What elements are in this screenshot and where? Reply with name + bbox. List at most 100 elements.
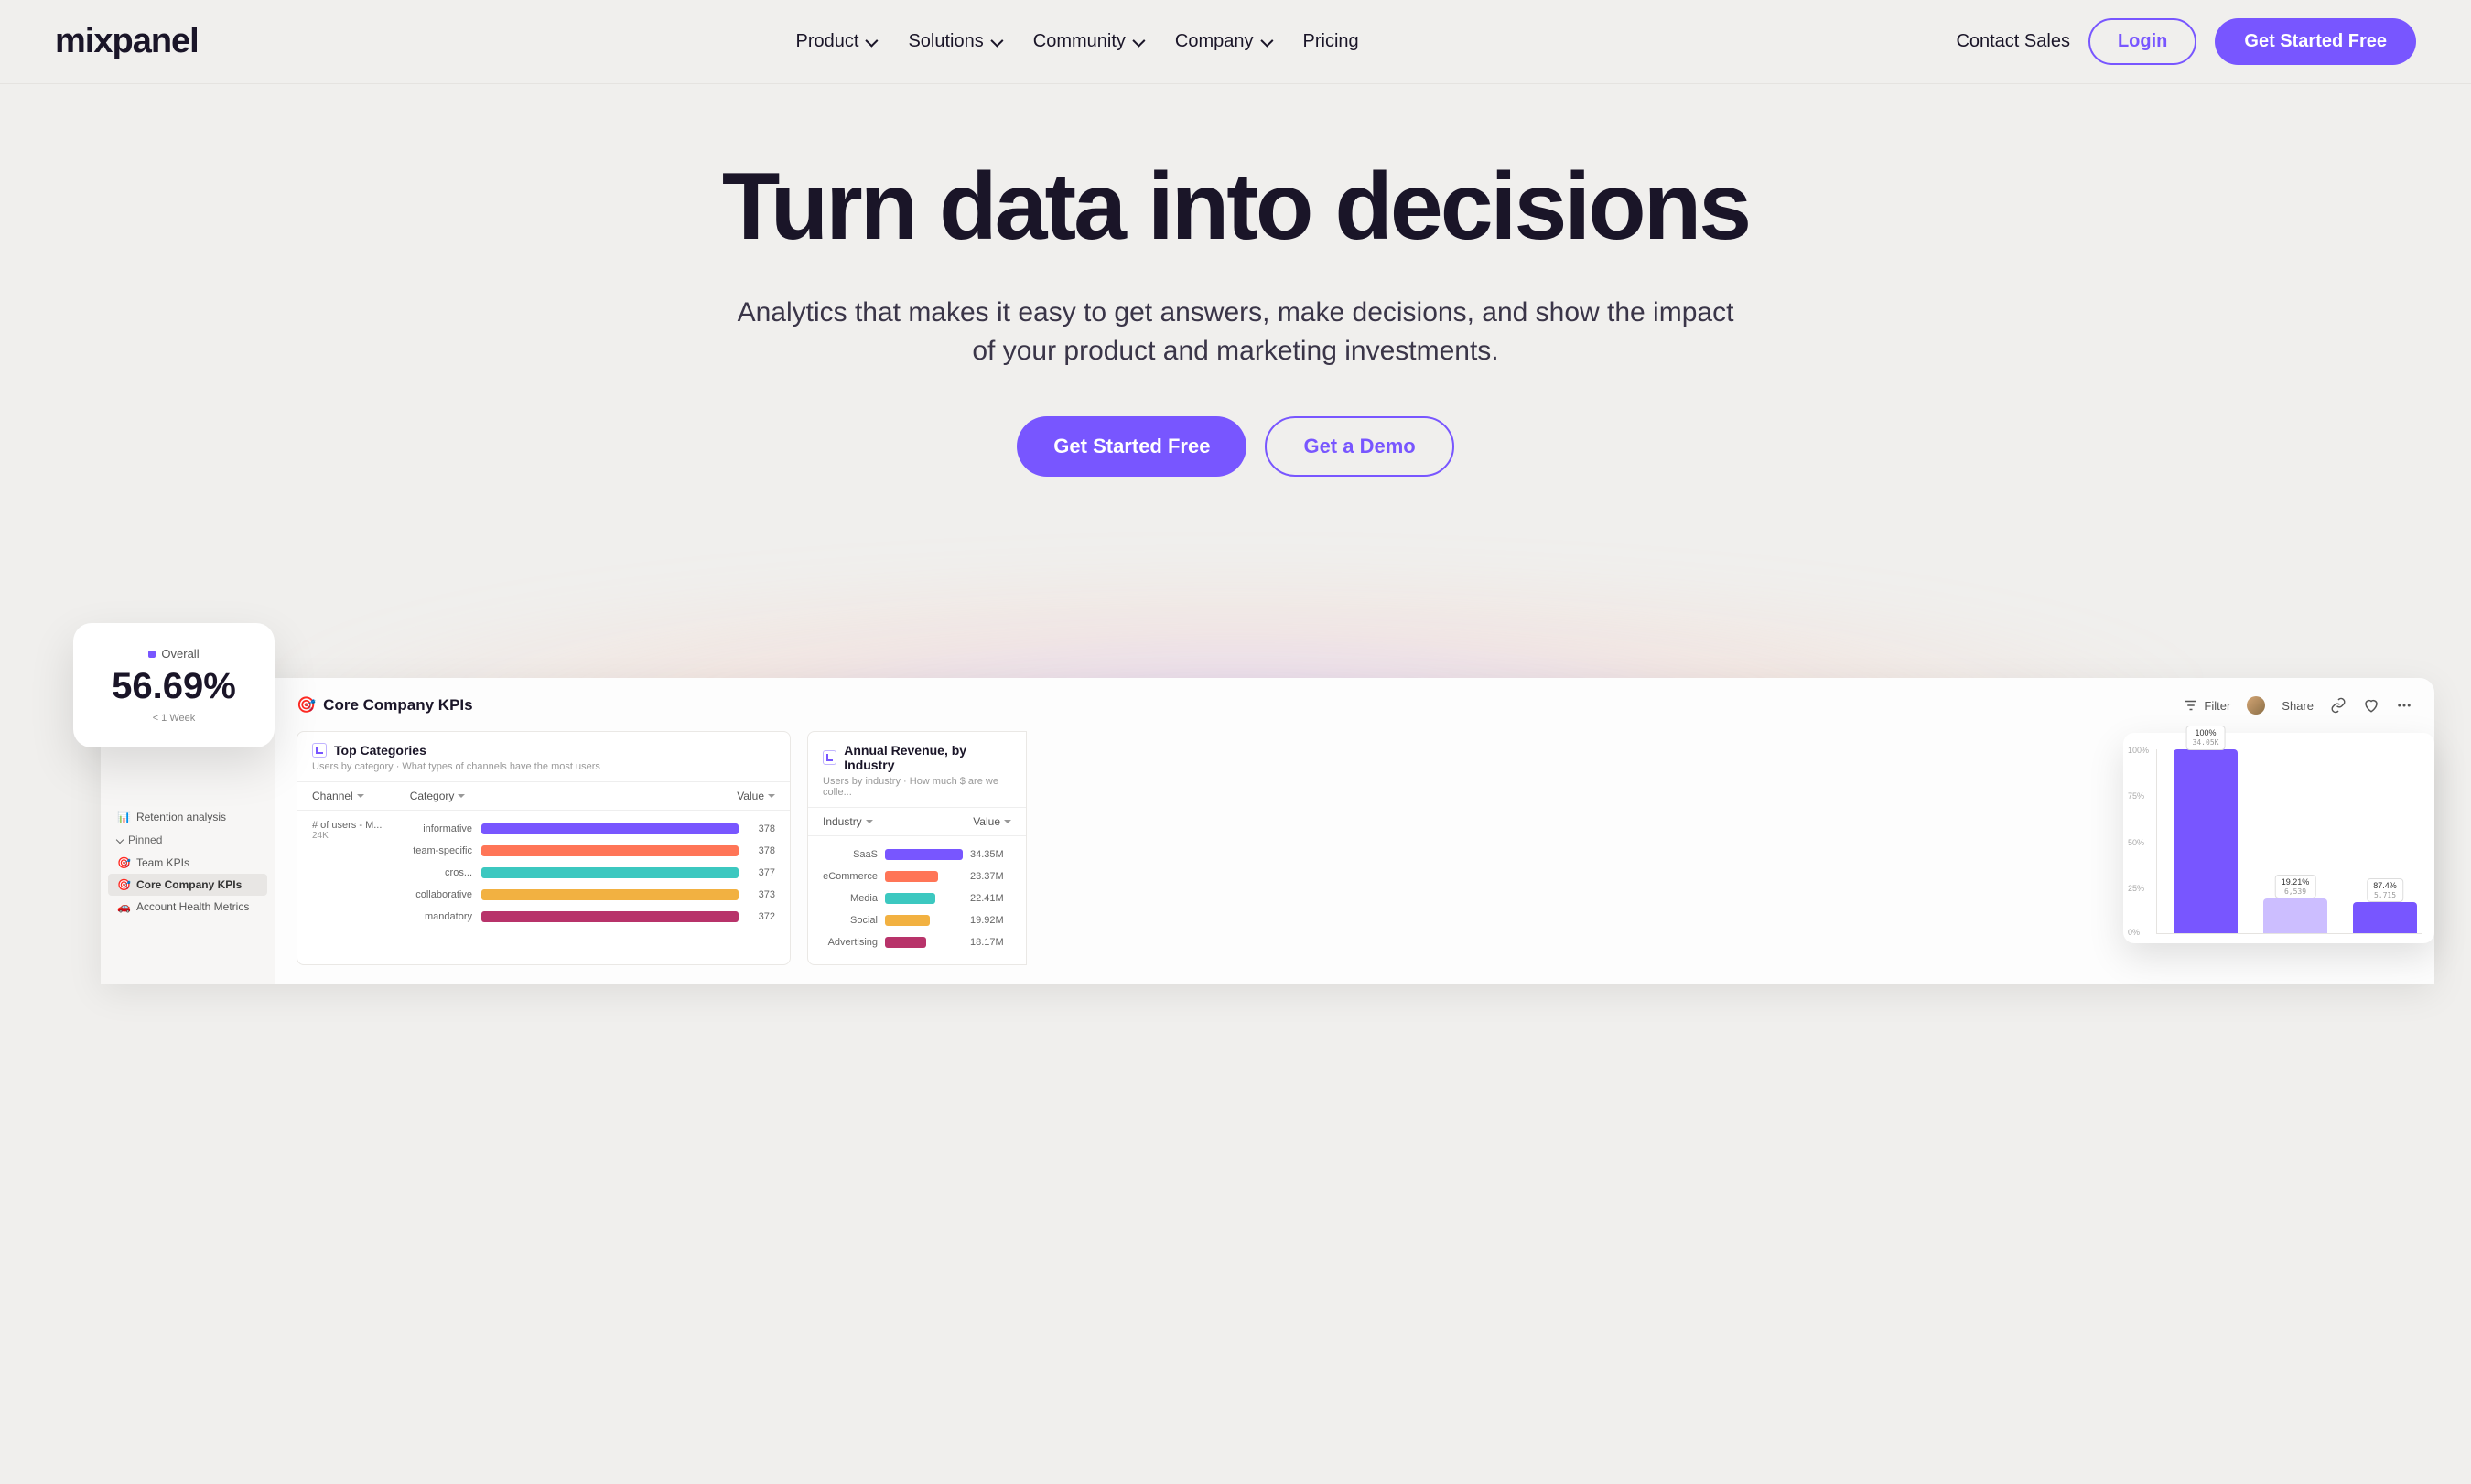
contact-sales-link[interactable]: Contact Sales (1956, 31, 2070, 52)
bar-label: team-specific (399, 845, 472, 856)
hero-demo-button[interactable]: Get a Demo (1265, 416, 1453, 477)
rev-label: Media (823, 893, 878, 904)
pinned-label: Pinned (128, 833, 162, 846)
sidebar-item-team-kpis[interactable]: 🎯 Team KPIs (108, 852, 267, 874)
brand-logo[interactable]: mixpanel (55, 22, 199, 61)
rev-label: Advertising (823, 937, 878, 948)
bar-row: team-specific 378 (399, 842, 775, 860)
sidebar-label: Core Company KPIs (136, 878, 242, 891)
nav-product[interactable]: Product (796, 31, 876, 52)
col-value[interactable]: Value (973, 815, 1011, 828)
login-button[interactable]: Login (2088, 18, 2196, 65)
bar-label: mandatory (399, 911, 472, 922)
tooltip-pct: 100% (2193, 728, 2219, 738)
chart-icon: 📊 (117, 811, 131, 823)
nav-solutions[interactable]: Solutions (908, 31, 999, 52)
dashboard-actions: Filter Share (2183, 696, 2412, 715)
sort-icon (768, 794, 775, 798)
revenue-row: SaaS 34.35M (823, 845, 1011, 864)
chevron-down-icon (1132, 34, 1145, 47)
heart-icon[interactable] (2363, 697, 2379, 714)
hero-buttons: Get Started Free Get a Demo (37, 416, 2434, 477)
tooltip-count: 6,539 (2282, 887, 2310, 897)
share-button[interactable]: Share (2282, 699, 2314, 713)
col-value[interactable]: Value (737, 790, 775, 802)
rev-value: 23.37M (970, 871, 1011, 882)
rev-value: 19.92M (970, 915, 1011, 926)
nav-label: Pricing (1303, 31, 1359, 52)
revenue-row: Advertising 18.17M (823, 933, 1011, 952)
kpi-card: Overall 56.69% < 1 Week (73, 623, 275, 747)
rev-bar-fill (885, 849, 963, 860)
sidebar-label: Team KPIs (136, 856, 189, 869)
card-title-text: Top Categories (334, 743, 426, 758)
bar-chart-area: 100% 75% 50% 25% 0% 100% 34.05K 19.21% 6… (2156, 749, 2422, 934)
bars-column: informative 378 team-specific 378 cros..… (399, 820, 775, 930)
card-columns: Channel Category Value (297, 781, 790, 811)
card-title: Annual Revenue, by Industry (823, 743, 1011, 772)
revenue-row: eCommerce 23.37M (823, 867, 1011, 886)
target-icon: 🎯 (297, 696, 316, 715)
rev-label: eCommerce (823, 871, 878, 882)
sidebar-item-retention[interactable]: 📊 Retention analysis (108, 806, 267, 828)
link-icon[interactable] (2330, 697, 2347, 714)
sidebar-item-account-health[interactable]: 🚗 Account Health Metrics (108, 896, 267, 918)
get-started-button[interactable]: Get Started Free (2215, 18, 2416, 65)
sidebar-pinned-header[interactable]: Pinned (108, 828, 267, 852)
channel-count: 24K (312, 831, 399, 841)
chevron-down-icon (116, 836, 124, 844)
bar-tooltip: 87.4% 5,715 (2367, 878, 2403, 902)
card-subtitle: Users by category · What types of channe… (312, 761, 775, 772)
y-tick: 0% (2128, 928, 2140, 937)
user-avatar[interactable] (2247, 696, 2265, 715)
rev-label: SaaS (823, 849, 878, 860)
bar-fill (481, 889, 739, 900)
filter-button[interactable]: Filter (2183, 697, 2230, 714)
sidebar-label: Account Health Metrics (136, 900, 249, 913)
floating-bar-chart: 100% 75% 50% 25% 0% 100% 34.05K 19.21% 6… (2123, 733, 2434, 943)
sort-icon (458, 794, 465, 798)
bar-tooltip: 100% 34.05K (2186, 726, 2226, 749)
bar-fill (481, 867, 739, 878)
sidebar-item-core-kpis[interactable]: 🎯 Core Company KPIs (108, 874, 267, 896)
more-icon[interactable] (2396, 697, 2412, 714)
bar-row: cros... 377 (399, 864, 775, 882)
hero-get-started-button[interactable]: Get Started Free (1017, 416, 1246, 477)
hero-title: Turn data into decisions (37, 157, 2434, 257)
nav-label: Company (1175, 31, 1254, 52)
dashboard-preview: Overall 56.69% < 1 Week 📊 Retention anal… (0, 623, 2471, 989)
y-tick: 50% (2128, 838, 2144, 847)
chart-bar: 100% 34.05K (2174, 749, 2238, 933)
bar-value: 377 (748, 867, 775, 878)
rev-bar-fill (885, 893, 935, 904)
dashboard-title: 🎯 Core Company KPIs (297, 696, 473, 715)
chevron-down-icon (1260, 34, 1273, 47)
rev-bar-fill (885, 937, 926, 948)
col-category[interactable]: Category (410, 790, 466, 802)
channel-label: # of users - M... (312, 820, 399, 831)
legend-dot-icon (148, 651, 156, 658)
tooltip-count: 34.05K (2193, 738, 2219, 747)
filter-label: Filter (2204, 699, 2230, 713)
categories-body: # of users - M... 24K informative 378 te… (297, 811, 790, 939)
hero-section: Turn data into decisions Analytics that … (0, 84, 2471, 532)
nav-company[interactable]: Company (1175, 31, 1270, 52)
site-header: mixpanel Product Solutions Community Com… (0, 0, 2471, 84)
card-columns: Industry Value (808, 807, 1026, 836)
car-icon: 🚗 (117, 900, 131, 913)
channel-column: # of users - M... 24K (312, 820, 399, 930)
tooltip-count: 5,715 (2373, 891, 2397, 900)
header-actions: Contact Sales Login Get Started Free (1956, 18, 2416, 65)
card-header: Top Categories Users by category · What … (297, 732, 790, 781)
col-channel[interactable]: Channel (312, 790, 364, 802)
bar-tooltip: 19.21% 6,539 (2275, 875, 2316, 898)
nav-pricing[interactable]: Pricing (1303, 31, 1359, 52)
bar-fill (481, 823, 739, 834)
main-nav: Product Solutions Community Company Pric… (796, 31, 1359, 52)
col-industry[interactable]: Industry (823, 815, 873, 828)
rev-label: Social (823, 915, 878, 926)
nav-community[interactable]: Community (1033, 31, 1142, 52)
bar-label: collaborative (399, 889, 472, 900)
rev-value: 34.35M (970, 849, 1011, 860)
revenue-row: Media 22.41M (823, 889, 1011, 908)
